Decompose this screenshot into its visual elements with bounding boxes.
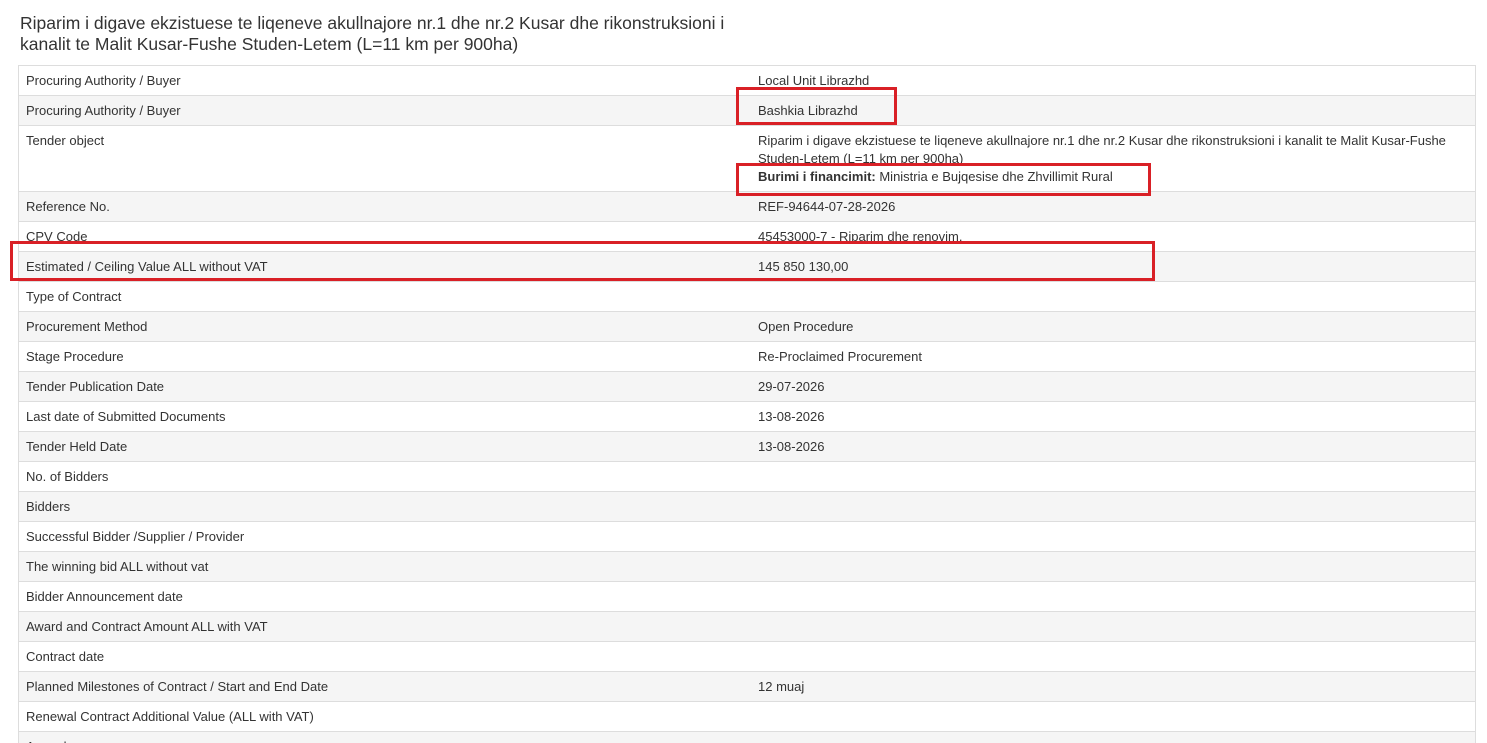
row-label: Procurement Method (19, 311, 751, 342)
row-value: 145 850 130,00 (751, 251, 1475, 282)
row-label: Type of Contract (19, 281, 751, 312)
table-row: Successful Bidder /Supplier / Provider (19, 521, 1475, 552)
table-row: Procuring Authority / Buyer Bashkia Libr… (19, 95, 1475, 126)
row-value: Riparim i digave ekzistuese te liqeneve … (751, 125, 1475, 192)
row-label: Planned Milestones of Contract / Start a… (19, 671, 751, 702)
funding-source: Burimi i financimit: Ministria e Bujqesi… (758, 168, 1468, 186)
table-row: Type of Contract (19, 281, 1475, 312)
table-row: Bidders (19, 491, 1475, 522)
table-row: Estimated / Ceiling Value ALL without VA… (19, 251, 1475, 282)
page-title-line1: Riparim i digave ekzistuese te liqeneve … (20, 13, 725, 33)
row-label: Appeals (19, 731, 751, 743)
table-row: Procuring Authority / Buyer Local Unit L… (19, 66, 1475, 96)
row-value: 29-07-2026 (751, 371, 1475, 402)
row-value: Open Procedure (751, 311, 1475, 342)
page-title-line2: kanalit te Malit Kusar-Fushe Studen-Lete… (20, 34, 519, 54)
row-value (751, 491, 1475, 522)
tender-details-table: Procuring Authority / Buyer Local Unit L… (18, 65, 1476, 743)
table-row: CPV Code 45453000-7 - Riparim dhe renovi… (19, 221, 1475, 252)
row-label: No. of Bidders (19, 461, 751, 492)
row-value (751, 611, 1475, 642)
row-label: Tender Publication Date (19, 371, 751, 402)
row-label: Renewal Contract Additional Value (ALL w… (19, 701, 751, 732)
funding-value: Ministria e Bujqesise dhe Zhvillimit Rur… (875, 169, 1113, 184)
row-label: Estimated / Ceiling Value ALL without VA… (19, 251, 751, 282)
table-row: Stage Procedure Re-Proclaimed Procuremen… (19, 341, 1475, 372)
table-row: Reference No. REF-94644-07-28-2026 (19, 191, 1475, 222)
table-row: Last date of Submitted Documents 13-08-2… (19, 401, 1475, 432)
row-value (751, 551, 1475, 582)
tender-detail-page: Riparim i digave ekzistuese te liqeneve … (0, 0, 1487, 743)
row-label: Bidder Announcement date (19, 581, 751, 612)
table-row: The winning bid ALL without vat (19, 551, 1475, 582)
table-row: Contract date (19, 641, 1475, 672)
row-label: Bidders (19, 491, 751, 522)
table-row: Tender Held Date 13-08-2026 (19, 431, 1475, 462)
row-value: 12 muaj (751, 671, 1475, 702)
table-row: Appeals (19, 731, 1475, 743)
table-row: Procurement Method Open Procedure (19, 311, 1475, 342)
row-value (751, 521, 1475, 552)
row-label: Tender object (19, 125, 751, 192)
row-value: Re-Proclaimed Procurement (751, 341, 1475, 372)
table-row: Award and Contract Amount ALL with VAT (19, 611, 1475, 642)
row-value: Bashkia Librazhd (751, 95, 1475, 126)
row-value: 13-08-2026 (751, 401, 1475, 432)
row-label: Contract date (19, 641, 751, 672)
funding-label: Burimi i financimit: (758, 169, 876, 184)
table-row: Renewal Contract Additional Value (ALL w… (19, 701, 1475, 732)
row-value (751, 731, 1475, 743)
row-label: Successful Bidder /Supplier / Provider (19, 521, 751, 552)
row-label: CPV Code (19, 221, 751, 252)
table-row: Tender Publication Date 29-07-2026 (19, 371, 1475, 402)
row-value: 13-08-2026 (751, 431, 1475, 462)
table-row: Tender object Riparim i digave ekzistues… (19, 125, 1475, 192)
row-value (751, 641, 1475, 672)
page-title: Riparim i digave ekzistuese te liqeneve … (20, 13, 820, 55)
table-row: Bidder Announcement date (19, 581, 1475, 612)
row-value: 45453000-7 - Riparim dhe renovim. (751, 221, 1475, 252)
row-label: Last date of Submitted Documents (19, 401, 751, 432)
row-label: Reference No. (19, 191, 751, 222)
row-label: Procuring Authority / Buyer (19, 66, 751, 96)
row-label: The winning bid ALL without vat (19, 551, 751, 582)
row-value: Local Unit Librazhd (751, 66, 1475, 96)
row-value (751, 701, 1475, 732)
table-row: No. of Bidders (19, 461, 1475, 492)
row-label: Award and Contract Amount ALL with VAT (19, 611, 751, 642)
row-value (751, 581, 1475, 612)
row-value (751, 461, 1475, 492)
row-label: Tender Held Date (19, 431, 751, 462)
tender-object-text: Riparim i digave ekzistuese te liqeneve … (758, 133, 1446, 166)
row-value: REF-94644-07-28-2026 (751, 191, 1475, 222)
table-row: Planned Milestones of Contract / Start a… (19, 671, 1475, 702)
row-label: Stage Procedure (19, 341, 751, 372)
row-label: Procuring Authority / Buyer (19, 95, 751, 126)
row-value (751, 281, 1475, 312)
